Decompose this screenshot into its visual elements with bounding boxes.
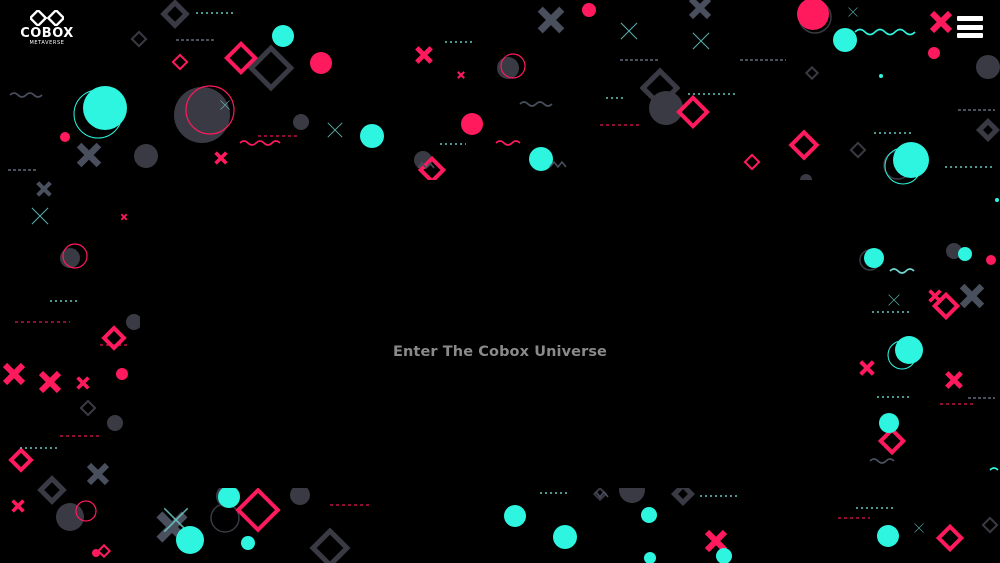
hero-empty-area [140, 180, 855, 488]
enter-universe-link[interactable]: Enter The Cobox Universe [0, 344, 1000, 360]
brand-name: COBOX [20, 26, 74, 41]
hamburger-menu-icon[interactable] [957, 16, 983, 38]
page-stage: COBOX METAVERSE Enter The Cobox Universe [0, 0, 1000, 563]
brand-tagline: METAVERSE [29, 40, 65, 46]
menu-bar-bottom [957, 33, 983, 38]
menu-bar-top [957, 16, 983, 21]
menu-bar-middle [957, 24, 983, 30]
cobox-logo[interactable]: COBOX METAVERSE [16, 10, 78, 50]
infinity-knot-icon [30, 10, 64, 26]
